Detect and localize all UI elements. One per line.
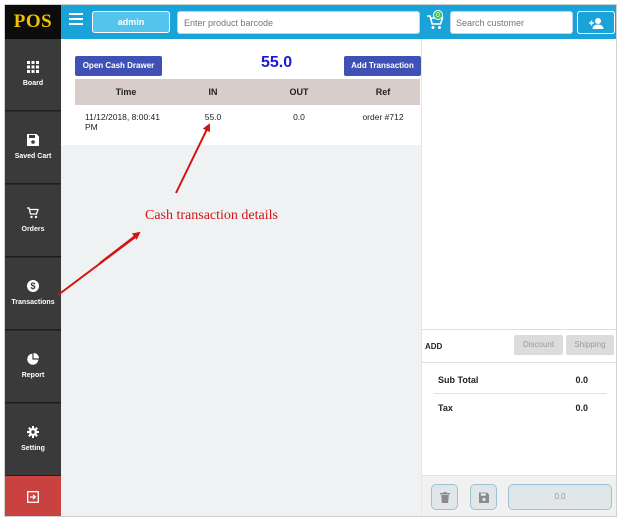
- cart-footer: 0.0: [422, 475, 616, 516]
- sidebar-item-label: Setting: [21, 445, 45, 452]
- column-header-out: OUT: [289, 87, 309, 97]
- table-header: Time IN OUT Ref: [75, 79, 420, 105]
- table-row[interactable]: 11/12/2018, 8:00:41 PM 55.0 0.0 order #7…: [75, 105, 420, 145]
- top-bar: POS admin 0: [5, 5, 616, 39]
- sidebar-item-setting[interactable]: Setting: [5, 404, 61, 476]
- tax-value: 0.0: [575, 403, 588, 413]
- logout-icon: [27, 491, 39, 503]
- sidebar-item-label: Board: [22, 80, 44, 87]
- user-button[interactable]: admin: [92, 11, 170, 33]
- sidebar: Board Saved Cart Orders $ Transactions R…: [5, 39, 61, 516]
- column-header-time: Time: [115, 87, 137, 97]
- cart-icon: [27, 207, 39, 219]
- cart-add-row: ADD Discount Shipping: [422, 329, 616, 363]
- save-icon: [479, 492, 489, 503]
- subtotal-row: Sub Total 0.0: [438, 375, 604, 385]
- cell-ref: order #712: [362, 112, 404, 122]
- cell-out: 0.0: [293, 112, 305, 122]
- cell-in: 55.0: [204, 112, 222, 122]
- add-label: ADD: [425, 342, 443, 351]
- trash-icon: [440, 492, 450, 503]
- clear-cart-button[interactable]: [431, 484, 458, 510]
- add-customer-button[interactable]: [577, 11, 615, 34]
- logout-button[interactable]: [5, 476, 61, 516]
- menu-icon[interactable]: [69, 13, 83, 25]
- barcode-input[interactable]: [177, 11, 420, 34]
- dollar-icon: $: [27, 280, 39, 292]
- discount-button[interactable]: Discount: [514, 335, 563, 355]
- gear-icon: [27, 426, 39, 438]
- app-logo: POS: [5, 5, 61, 39]
- sidebar-item-label: Saved Cart: [14, 153, 52, 160]
- cart-count-badge: 0: [433, 10, 443, 20]
- subtotal-value: 0.0: [575, 375, 588, 385]
- app-window: POS admin 0 Board: [4, 4, 617, 517]
- transactions-panel: Open Cash Drawer 55.0 Add Transaction Ti…: [61, 39, 421, 516]
- cart-panel: ADD Discount Shipping Sub Total 0.0 Tax …: [421, 39, 616, 516]
- save-icon: [27, 134, 39, 146]
- shipping-button[interactable]: Shipping: [566, 335, 614, 355]
- customer-search-input[interactable]: [450, 11, 573, 34]
- add-user-icon: [589, 18, 604, 29]
- cell-time: 11/12/2018, 8:00:41 PM: [85, 112, 160, 132]
- column-header-ref: Ref: [375, 87, 391, 97]
- column-header-in: IN: [208, 87, 218, 97]
- cash-amount: 55.0: [261, 54, 293, 71]
- add-transaction-button[interactable]: Add Transaction: [344, 56, 421, 76]
- sidebar-item-report[interactable]: Report: [5, 331, 61, 403]
- sidebar-item-board[interactable]: Board: [5, 39, 61, 111]
- sidebar-item-saved-cart[interactable]: Saved Cart: [5, 112, 61, 184]
- pay-button[interactable]: 0.0: [508, 484, 612, 510]
- tax-row: Tax 0.0: [438, 403, 604, 413]
- sidebar-item-orders[interactable]: Orders: [5, 185, 61, 257]
- tax-label: Tax: [438, 403, 453, 413]
- sidebar-item-label: Report: [21, 372, 45, 379]
- open-cash-drawer-button[interactable]: Open Cash Drawer: [75, 56, 162, 76]
- pie-chart-icon: [27, 353, 39, 365]
- grid-icon: [27, 61, 39, 73]
- subtotal-label: Sub Total: [438, 375, 479, 385]
- transactions-header-area: Open Cash Drawer 55.0 Add Transaction Ti…: [61, 39, 421, 145]
- svg-text:$: $: [30, 281, 35, 291]
- save-cart-button[interactable]: [470, 484, 497, 510]
- summary-divider: [434, 393, 607, 394]
- sidebar-item-label: Transactions: [11, 299, 55, 306]
- sidebar-item-label: Orders: [21, 226, 45, 233]
- sidebar-item-transactions[interactable]: $ Transactions: [5, 258, 61, 330]
